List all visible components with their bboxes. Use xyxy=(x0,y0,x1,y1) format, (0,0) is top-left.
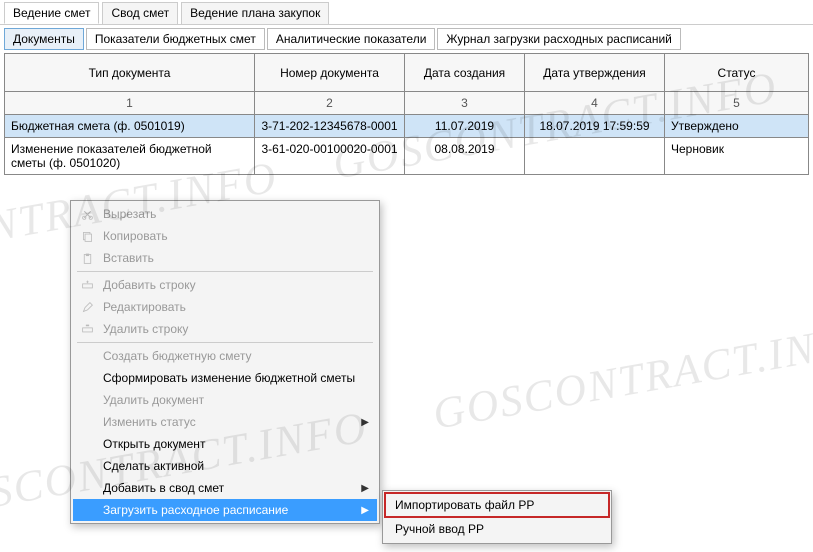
menu-load-rr[interactable]: Загрузить расходное расписание ▶ xyxy=(73,499,377,521)
cell-type: Изменение показателей бюджетной сметы (ф… xyxy=(5,138,255,175)
colnum-2: 2 xyxy=(255,92,405,115)
menu-label: Копировать xyxy=(97,229,369,243)
cell-status: Черновик xyxy=(665,138,809,175)
colnum-1: 1 xyxy=(5,92,255,115)
submenu-import-rr[interactable]: Импортировать файл РР xyxy=(385,493,609,517)
menu-create-budget: Создать бюджетную смету xyxy=(73,345,377,367)
chevron-right-icon: ▶ xyxy=(355,505,369,516)
copy-icon xyxy=(77,230,97,243)
menu-paste: Вставить xyxy=(73,247,377,269)
colnum-4: 4 xyxy=(525,92,665,115)
cell-number: 3-61-020-00100020-0001 xyxy=(255,138,405,175)
cell-created: 08.08.2019 xyxy=(405,138,525,175)
subtab-indicators[interactable]: Показатели бюджетных смет xyxy=(86,28,265,50)
submenu-label: Импортировать файл РР xyxy=(395,498,534,512)
menu-separator xyxy=(77,342,373,343)
menu-open-doc[interactable]: Открыть документ xyxy=(73,433,377,455)
menu-label: Вырезать xyxy=(97,207,369,221)
col-created[interactable]: Дата создания xyxy=(405,54,525,92)
table-row[interactable]: Бюджетная смета (ф. 0501019) 3-71-202-12… xyxy=(5,115,809,138)
menu-change-status: Изменить статус ▶ xyxy=(73,411,377,433)
menu-delete-doc: Удалить документ xyxy=(73,389,377,411)
colnum-5: 5 xyxy=(665,92,809,115)
menu-edit: Редактировать xyxy=(73,296,377,318)
menu-copy: Копировать xyxy=(73,225,377,247)
cell-approved xyxy=(525,138,665,175)
header-row: Тип документа Номер документа Дата созда… xyxy=(5,54,809,92)
chevron-right-icon: ▶ xyxy=(355,417,369,428)
menu-cut: Вырезать xyxy=(73,203,377,225)
subtab-analytic[interactable]: Аналитические показатели xyxy=(267,28,436,50)
tab-svod-smet[interactable]: Свод смет xyxy=(102,2,178,24)
tab-vedenie-smet[interactable]: Ведение смет xyxy=(4,2,99,24)
sub-tabstrip: Документы Показатели бюджетных смет Анал… xyxy=(0,24,813,53)
menu-make-active[interactable]: Сделать активной xyxy=(73,455,377,477)
menu-label: Загрузить расходное расписание xyxy=(97,503,355,517)
menu-label: Удалить документ xyxy=(97,393,369,407)
menu-separator xyxy=(77,271,373,272)
menu-add-row: Добавить строку xyxy=(73,274,377,296)
menu-label: Создать бюджетную смету xyxy=(97,349,369,363)
colnum-3: 3 xyxy=(405,92,525,115)
cell-approved: 18.07.2019 17:59:59 xyxy=(525,115,665,138)
delete-row-icon xyxy=(77,323,97,336)
menu-label: Изменить статус xyxy=(97,415,355,429)
menu-label: Добавить строку xyxy=(97,278,369,292)
submenu-label: Ручной ввод РР xyxy=(395,522,484,536)
menu-form-change[interactable]: Сформировать изменение бюджетной сметы xyxy=(73,367,377,389)
cell-status: Утверждено xyxy=(665,115,809,138)
top-tabstrip: Ведение смет Свод смет Ведение плана зак… xyxy=(0,0,813,24)
menu-label: Сделать активной xyxy=(97,459,369,473)
col-type[interactable]: Тип документа xyxy=(5,54,255,92)
menu-add-to-svod[interactable]: Добавить в свод смет ▶ xyxy=(73,477,377,499)
menu-label: Вставить xyxy=(97,251,369,265)
menu-label: Открыть документ xyxy=(97,437,369,451)
paste-icon xyxy=(77,252,97,265)
submenu-manual-rr[interactable]: Ручной ввод РР xyxy=(385,517,609,541)
table-row[interactable]: Изменение показателей бюджетной сметы (ф… xyxy=(5,138,809,175)
context-menu: Вырезать Копировать Вставить Добавить ст… xyxy=(70,200,380,524)
menu-delete-row: Удалить строку xyxy=(73,318,377,340)
tab-vedenie-plana[interactable]: Ведение плана закупок xyxy=(181,2,329,24)
chevron-right-icon: ▶ xyxy=(355,483,369,494)
menu-label: Удалить строку xyxy=(97,322,369,336)
edit-icon xyxy=(77,301,97,314)
col-approved[interactable]: Дата утверждения xyxy=(525,54,665,92)
menu-label: Добавить в свод смет xyxy=(97,481,355,495)
documents-table: Тип документа Номер документа Дата созда… xyxy=(4,53,809,175)
col-number[interactable]: Номер документа xyxy=(255,54,405,92)
watermark: GOSCONTRACT.INFO xyxy=(429,311,813,439)
cell-created: 11.07.2019 xyxy=(405,115,525,138)
submenu-load-rr: Импортировать файл РР Ручной ввод РР xyxy=(382,490,612,544)
subtab-documents[interactable]: Документы xyxy=(4,28,84,50)
menu-label: Редактировать xyxy=(97,300,369,314)
subtab-journal[interactable]: Журнал загрузки расходных расписаний xyxy=(437,28,680,50)
col-status[interactable]: Статус xyxy=(665,54,809,92)
add-row-icon xyxy=(77,279,97,292)
column-numbers-row: 1 2 3 4 5 xyxy=(5,92,809,115)
cell-number: 3-71-202-12345678-0001 xyxy=(255,115,405,138)
cell-type: Бюджетная смета (ф. 0501019) xyxy=(5,115,255,138)
menu-label: Сформировать изменение бюджетной сметы xyxy=(97,371,369,385)
cut-icon xyxy=(77,208,97,221)
